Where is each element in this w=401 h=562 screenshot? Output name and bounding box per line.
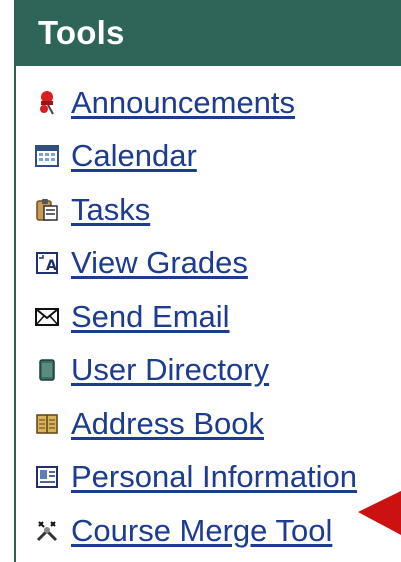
address-book-icon xyxy=(32,409,62,439)
tool-item-address-book[interactable]: Address Book xyxy=(16,397,401,451)
tool-link-send-email[interactable]: Send Email xyxy=(71,299,230,335)
directory-icon xyxy=(32,355,62,385)
tool-link-tasks[interactable]: Tasks xyxy=(71,192,150,228)
tool-link-announcements[interactable]: Announcements xyxy=(71,85,295,121)
tool-item-calendar[interactable]: Calendar xyxy=(16,130,401,184)
tools-header: Tools xyxy=(16,0,401,66)
calendar-icon xyxy=(32,141,62,171)
grades-icon: A xyxy=(32,248,62,278)
pointer-arrow xyxy=(358,491,401,535)
pushpin-icon xyxy=(32,88,62,118)
id-card-icon xyxy=(32,462,62,492)
tool-link-user-directory[interactable]: User Directory xyxy=(71,352,269,388)
tool-item-view-grades[interactable]: A View Grades xyxy=(16,237,401,291)
arrowhead-shape xyxy=(358,491,401,535)
envelope-icon xyxy=(32,302,62,332)
tool-link-personal-information[interactable]: Personal Information xyxy=(71,459,357,495)
svg-text:A: A xyxy=(46,258,57,274)
tool-item-course-merge-tool[interactable]: Course Merge Tool xyxy=(16,504,401,558)
tool-item-personal-information[interactable]: Personal Information xyxy=(16,451,401,505)
tools-list: Announcements Calendar Tasks A View Grad… xyxy=(16,76,401,558)
tool-link-address-book[interactable]: Address Book xyxy=(71,406,264,442)
tools-panel: Tools Announcements Calendar Tasks A Vie… xyxy=(14,0,401,562)
tool-link-view-grades[interactable]: View Grades xyxy=(71,245,248,281)
tool-item-announcements[interactable]: Announcements xyxy=(16,76,401,130)
tool-link-calendar[interactable]: Calendar xyxy=(71,138,197,174)
tool-item-user-directory[interactable]: User Directory xyxy=(16,344,401,398)
tool-item-send-email[interactable]: Send Email xyxy=(16,290,401,344)
tool-item-tasks[interactable]: Tasks xyxy=(16,183,401,237)
clipboard-icon xyxy=(32,195,62,225)
tools-icon xyxy=(32,516,62,546)
tool-link-course-merge-tool[interactable]: Course Merge Tool xyxy=(71,513,332,549)
